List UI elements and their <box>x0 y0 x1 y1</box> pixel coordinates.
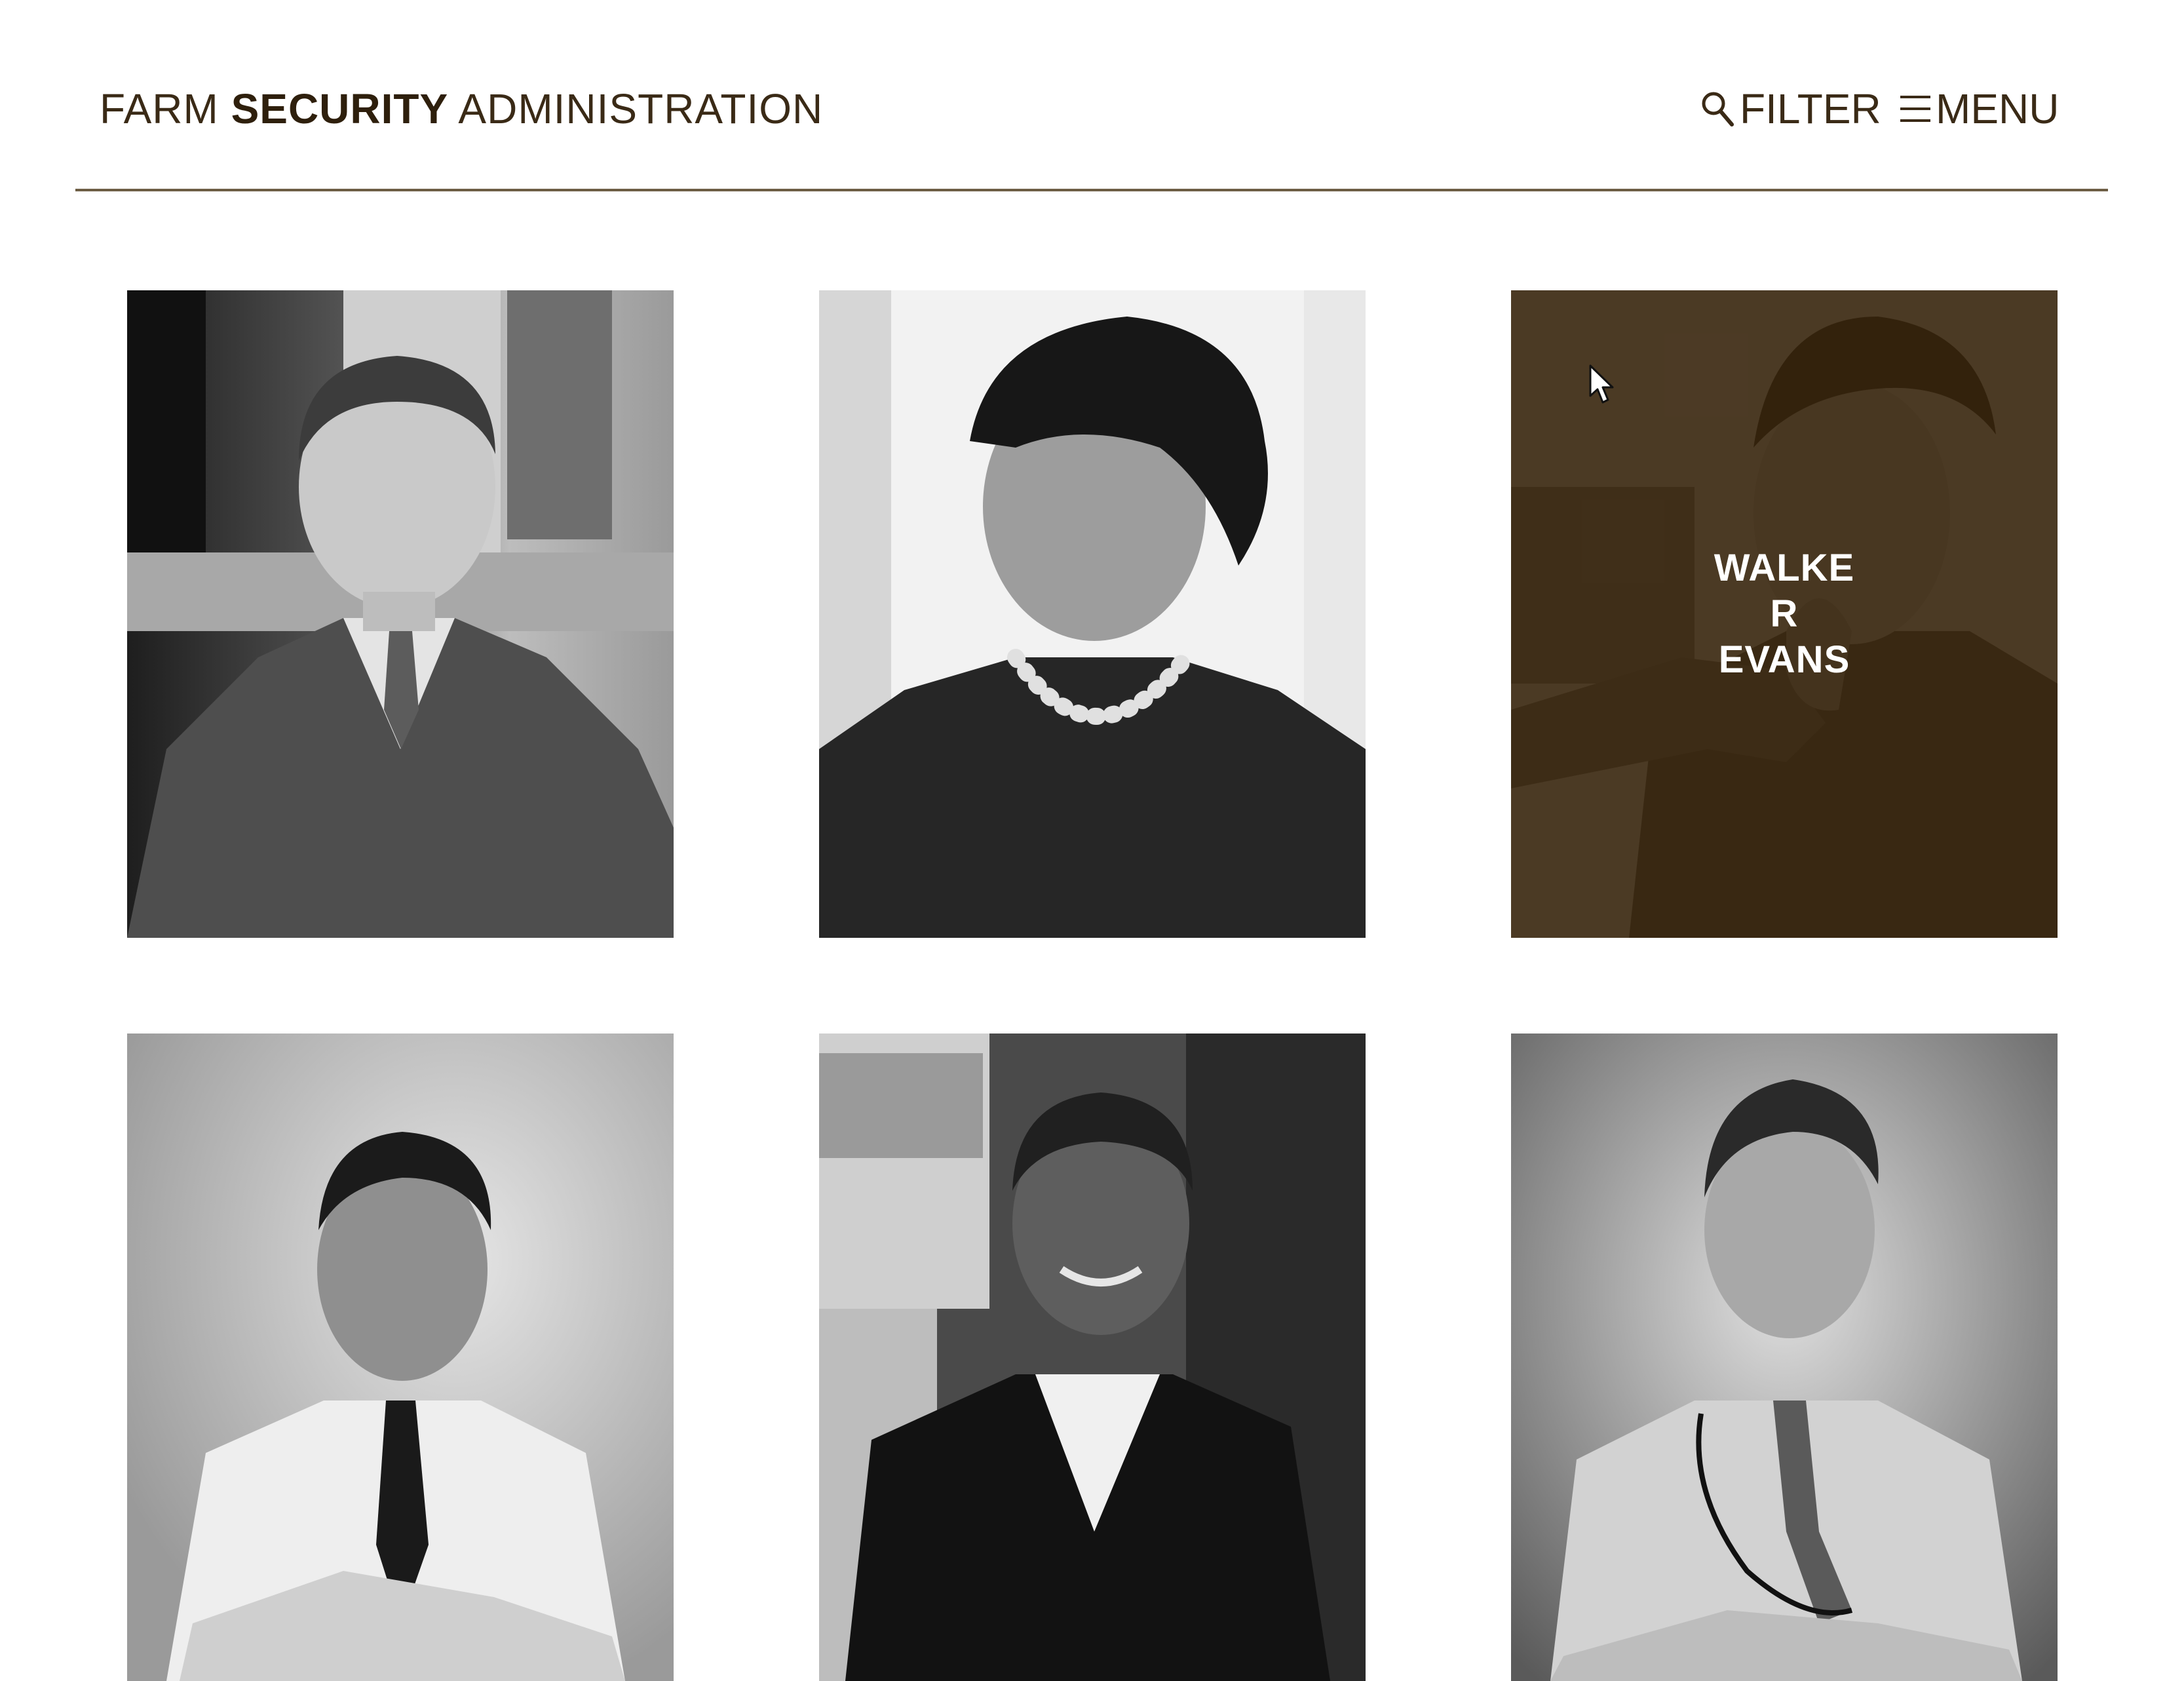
menu-label: MENU <box>1936 85 2059 132</box>
logo-administration: ADMINISTRATION <box>448 85 824 132</box>
hamburger-icon <box>1900 96 1930 122</box>
header-divider <box>75 189 2108 191</box>
logo-security: SECURITY <box>231 85 449 132</box>
photographer-tile[interactable] <box>819 290 1366 938</box>
photographer-photo <box>127 290 674 938</box>
photographer-photo <box>819 290 1366 938</box>
photographer-tile[interactable] <box>127 1034 674 1681</box>
menu-button[interactable]: MENU <box>1900 84 2059 134</box>
filter-button[interactable]: FILTER <box>1700 84 1881 134</box>
site-logo[interactable]: FARM SECURITY ADMINISTRATION <box>100 84 823 134</box>
photographer-tile[interactable] <box>1511 1034 2058 1681</box>
photographer-photo <box>127 1034 674 1681</box>
site-header: FARM SECURITY ADMINISTRATION FILTER MENU <box>0 0 2184 191</box>
photographer-photo <box>1511 1034 2058 1681</box>
photographer-photo <box>819 1034 1366 1681</box>
filter-label: FILTER <box>1740 85 1881 132</box>
photographer-tile[interactable] <box>127 290 674 938</box>
search-icon <box>1702 92 1734 126</box>
mouse-pointer-icon <box>1589 364 1614 404</box>
photographer-name: WALKER EVANS <box>1714 547 1855 681</box>
photographer-tile[interactable] <box>819 1034 1366 1681</box>
logo-farm: FARM <box>100 85 231 132</box>
